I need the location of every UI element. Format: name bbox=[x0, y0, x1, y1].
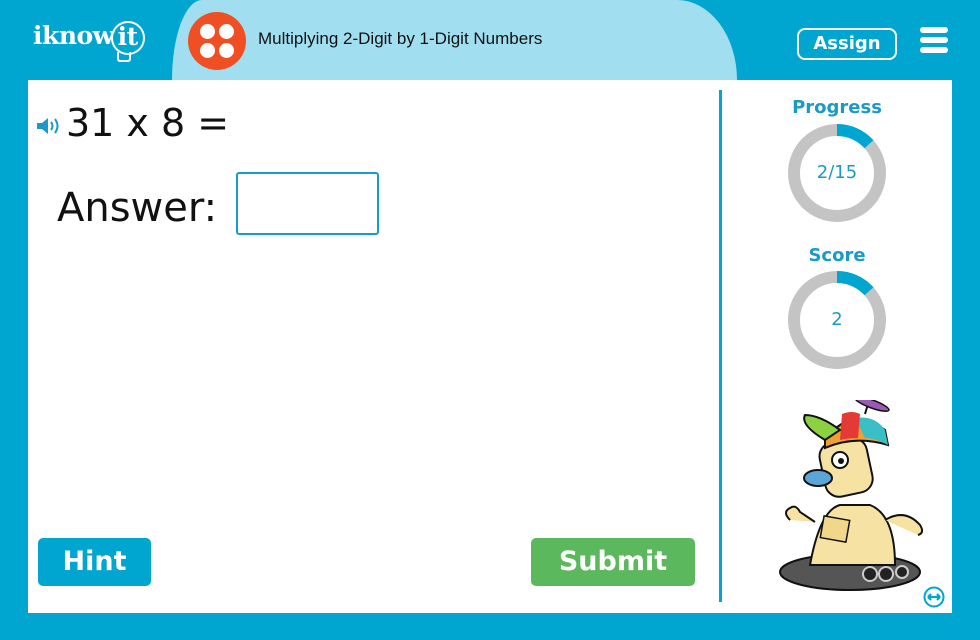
answer-input[interactable] bbox=[236, 172, 379, 235]
panel-divider bbox=[719, 90, 722, 602]
top-bar: iknow it Multiplying 2-Digit by 1-Digit N… bbox=[0, 0, 980, 80]
page-title: Multiplying 2-Digit by 1-Digit Numbers bbox=[258, 29, 543, 48]
lightbulb-icon: it bbox=[110, 21, 145, 55]
score-value: 2 bbox=[831, 309, 843, 330]
four-dots-icon bbox=[188, 12, 246, 70]
score-label: Score bbox=[808, 245, 866, 266]
assign-button[interactable]: Assign bbox=[797, 28, 897, 60]
progress-label: Progress bbox=[792, 97, 882, 118]
speaker-icon[interactable] bbox=[36, 116, 64, 136]
answer-label: Answer: bbox=[57, 185, 218, 231]
hint-button[interactable]: Hint bbox=[38, 538, 151, 586]
progress-value: 2/15 bbox=[816, 162, 858, 183]
logo-text: iknow bbox=[33, 21, 114, 50]
resize-arrows-icon[interactable] bbox=[923, 586, 945, 608]
question-text: 31 x 8 = bbox=[66, 101, 230, 145]
lightbulb-base bbox=[117, 52, 131, 62]
submit-button[interactable]: Submit bbox=[531, 538, 695, 586]
hamburger-menu-icon[interactable] bbox=[920, 27, 948, 55]
iknowit-logo[interactable]: iknow it bbox=[33, 20, 145, 55]
robot-mascot bbox=[779, 400, 924, 591]
